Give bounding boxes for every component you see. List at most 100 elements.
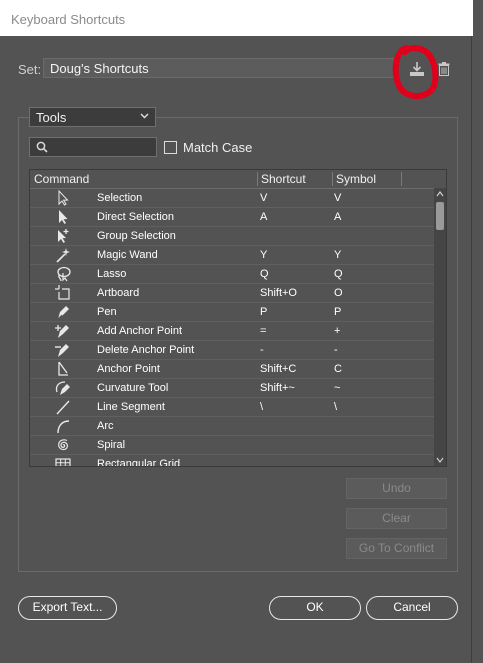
shortcuts-table: Command Shortcut Symbol Selection V V Direc… (29, 169, 447, 467)
table-row[interactable]: Add Anchor Point = + (30, 322, 435, 341)
symbol-value[interactable]: P (334, 306, 341, 318)
pen-icon (57, 306, 69, 320)
command-name: Magic Wand (97, 249, 158, 261)
symbol-value[interactable]: Q (334, 268, 343, 280)
table-row[interactable]: Magic Wand Y Y (30, 246, 435, 265)
set-dropdown[interactable]: Doug's Shortcuts (43, 58, 395, 78)
shortcut-value[interactable]: V (260, 192, 267, 204)
table-row[interactable]: Rectangular Grid (30, 455, 435, 467)
column-symbol[interactable]: Symbol (336, 172, 376, 186)
search-icon (36, 141, 48, 153)
command-name: Artboard (97, 287, 140, 299)
command-name: Curvature Tool (97, 382, 169, 394)
shortcut-value[interactable]: P (260, 306, 267, 318)
table-row[interactable]: Line Segment \ \ (30, 398, 435, 417)
shortcut-value[interactable]: - (260, 344, 264, 356)
symbol-value[interactable]: C (334, 363, 342, 375)
command-name: Rectangular Grid (97, 458, 181, 467)
column-shortcut[interactable]: Shortcut (261, 172, 306, 186)
command-name: Pen (97, 306, 117, 318)
table-row[interactable]: Spiral (30, 436, 435, 455)
delete-set-button[interactable] (438, 62, 450, 76)
command-name: Group Selection (97, 230, 176, 242)
table-row[interactable]: Group Selection (30, 227, 435, 246)
symbol-value[interactable]: ~ (334, 382, 340, 394)
command-name: Anchor Point (97, 363, 160, 375)
column-divider[interactable] (401, 172, 402, 186)
symbol-value[interactable]: - (334, 344, 338, 356)
scrollbar-thumb[interactable] (436, 202, 444, 230)
table-row[interactable]: Arc (30, 417, 435, 436)
match-case-label: Match Case (183, 140, 253, 155)
cancel-button[interactable]: Cancel (366, 596, 458, 620)
command-name: Add Anchor Point (97, 325, 183, 337)
scroll-down-icon[interactable] (436, 456, 444, 464)
table-row[interactable]: Selection V V (30, 189, 435, 208)
shortcut-value[interactable]: Shift+O (260, 287, 297, 299)
symbol-value[interactable]: O (334, 287, 343, 299)
symbol-value[interactable]: + (334, 325, 340, 337)
undo-button[interactable]: Undo (346, 478, 447, 499)
command-name: Selection (97, 192, 143, 204)
shortcut-value[interactable]: Y (260, 249, 267, 261)
command-name: Delete Anchor Point (97, 344, 195, 356)
chevron-down-icon (140, 113, 149, 119)
table-header: Command Shortcut Symbol (30, 170, 435, 189)
vertical-scrollbar[interactable] (434, 188, 446, 466)
anchor-point-icon (58, 361, 68, 376)
spiral-icon (58, 439, 68, 451)
table-row[interactable]: Pen P P (30, 303, 435, 322)
symbol-value[interactable]: Y (334, 249, 341, 261)
table-body: Selection V V Direct Selection A A Group Selec… (30, 189, 435, 467)
magic-wand-icon (56, 248, 70, 263)
set-value: Doug's Shortcuts (50, 61, 149, 76)
scroll-up-icon[interactable] (436, 190, 444, 198)
table-row[interactable]: Anchor Point Shift+C C (30, 360, 435, 379)
ok-button[interactable]: OK (269, 596, 361, 620)
checkbox-box[interactable] (164, 141, 177, 154)
table-row[interactable]: Artboard Shift+O O (30, 284, 435, 303)
title-bar: Keyboard Shortcuts (0, 0, 483, 36)
column-divider[interactable] (332, 172, 333, 186)
direct-selection-icon (59, 210, 68, 224)
shortcut-value[interactable]: = (260, 325, 266, 337)
artboard-icon (55, 285, 70, 300)
rectangular-grid-icon (55, 458, 71, 466)
lasso-icon (57, 266, 71, 282)
export-text-button[interactable]: Export Text... (18, 596, 117, 620)
table-row[interactable]: Direct Selection A A (30, 208, 435, 227)
table-row[interactable]: Delete Anchor Point - - (30, 341, 435, 360)
table-row[interactable]: Curvature Tool Shift+~ ~ (30, 379, 435, 398)
delete-anchor-point-icon (55, 344, 69, 357)
shortcut-value[interactable]: Shift+~ (260, 382, 295, 394)
command-name: Lasso (97, 268, 127, 280)
match-case-checkbox[interactable]: Match Case (164, 140, 252, 155)
selection-icon (58, 190, 69, 206)
search-input[interactable] (29, 137, 157, 157)
table-row[interactable]: Lasso Q Q (30, 265, 435, 284)
column-divider[interactable] (257, 172, 258, 186)
shortcut-value[interactable]: A (260, 211, 267, 223)
command-name: Spiral (97, 439, 126, 451)
set-label: Set: (18, 62, 42, 77)
shortcut-value[interactable]: \ (260, 401, 263, 413)
save-set-button[interactable] (408, 60, 426, 78)
command-name: Direct Selection (97, 211, 175, 223)
curvature-tool-icon (55, 381, 70, 395)
symbol-value[interactable]: V (334, 192, 341, 204)
group-selection-icon (58, 229, 69, 243)
symbol-value[interactable]: A (334, 211, 341, 223)
shortcut-value[interactable]: Shift+C (260, 363, 296, 375)
shortcut-value[interactable]: Q (260, 268, 269, 280)
add-anchor-point-icon (55, 325, 69, 338)
clear-button[interactable]: Clear (346, 508, 447, 529)
go-to-conflict-button[interactable]: Go To Conflict (346, 538, 447, 559)
command-name: Line Segment (97, 401, 165, 413)
symbol-value[interactable]: \ (334, 401, 337, 413)
column-command[interactable]: Command (34, 172, 89, 186)
category-value: Tools (36, 110, 67, 125)
save-icon (410, 62, 424, 76)
category-dropdown[interactable]: Tools (29, 107, 156, 127)
trash-icon (438, 62, 450, 76)
arc-icon (57, 420, 70, 434)
